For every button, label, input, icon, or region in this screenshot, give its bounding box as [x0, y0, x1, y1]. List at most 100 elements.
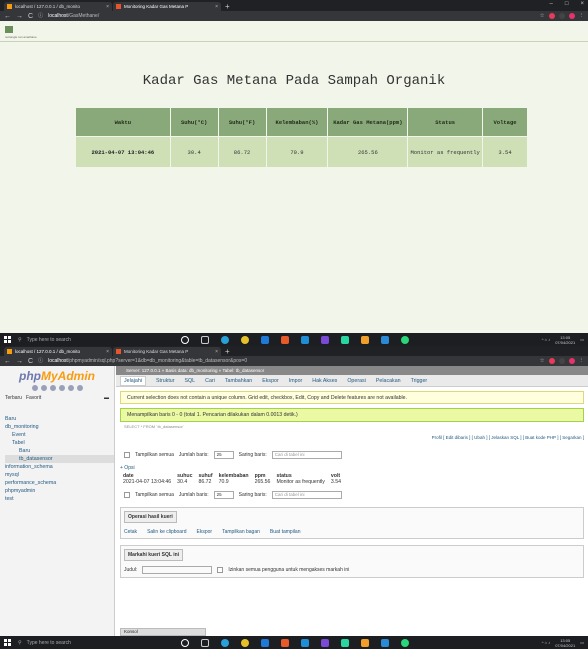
forward-arrow-icon[interactable]: →	[16, 13, 23, 20]
filter-input[interactable]: Cari di tabel ini	[271, 451, 342, 459]
extension-icon[interactable]	[558, 13, 565, 19]
share-bookmark-checkbox[interactable]	[217, 567, 224, 573]
windows-start-icon[interactable]	[4, 639, 11, 646]
row-count-select[interactable]: 25	[213, 491, 234, 499]
new-tab-button[interactable]: +	[225, 2, 230, 11]
tree-item-tb-datasensor[interactable]: tb_datasensor	[5, 455, 114, 463]
logout-icon[interactable]	[40, 385, 47, 391]
profile-avatar[interactable]	[568, 358, 575, 364]
app-icon[interactable]	[301, 638, 309, 647]
sublime-icon[interactable]	[361, 335, 369, 344]
tab-triggers[interactable]: Trigger	[411, 378, 428, 384]
new-tab-button[interactable]: +	[225, 347, 230, 356]
tab-insert[interactable]: Tambahkan	[225, 378, 252, 384]
url-field[interactable]: localhost/GasMethane/	[48, 13, 534, 19]
extension-icon[interactable]	[548, 358, 555, 364]
tab-monitoring[interactable]: Monitoring Kadar Gas Metana P ×	[113, 347, 221, 356]
vscode-icon[interactable]	[381, 638, 389, 647]
tree-item-test[interactable]: test	[5, 495, 114, 503]
app-menu-icon[interactable]	[5, 26, 13, 33]
home-icon[interactable]	[31, 385, 38, 391]
forward-arrow-icon[interactable]: →	[16, 358, 23, 365]
visual-studio-icon[interactable]	[321, 335, 329, 344]
tree-item-event[interactable]: Event	[5, 431, 114, 439]
tree-item-phpmyadmin[interactable]: phpmyadmin	[5, 487, 114, 495]
tab-close-icon[interactable]: ×	[106, 4, 109, 10]
minimize-button[interactable]: –	[550, 1, 553, 7]
tree-item-tables[interactable]: Tabel	[5, 439, 114, 447]
task-view-icon[interactable]	[201, 335, 209, 344]
reload-icon[interactable]: C	[28, 358, 33, 365]
tab-privileges[interactable]: Hak Akses	[312, 378, 337, 384]
tab-close-icon[interactable]: ×	[215, 349, 218, 355]
tree-item-mysql[interactable]: mysql	[5, 471, 114, 479]
tab-close-icon[interactable]: ×	[215, 4, 218, 10]
app-icon[interactable]	[401, 335, 409, 344]
tab-import[interactable]: Impor	[289, 378, 303, 384]
bookmark-star-icon[interactable]: ☆	[540, 358, 545, 364]
tab-close-icon[interactable]: ×	[106, 349, 109, 355]
phpmyadmin-logo[interactable]: phpMyAdmin	[0, 369, 114, 383]
tab-sql[interactable]: SQL	[185, 378, 196, 384]
sublime-icon[interactable]	[361, 638, 369, 647]
clock[interactable]: 13:05 07/04/2021	[555, 335, 575, 345]
tree-item-information-schema[interactable]: information_schema	[5, 463, 114, 471]
bookmark-star-icon[interactable]: ☆	[540, 13, 545, 19]
collapse-icon[interactable]: ▬	[104, 395, 109, 401]
console-toggle[interactable]: Konsol	[120, 628, 206, 636]
visual-studio-icon[interactable]	[321, 638, 329, 647]
display-chart-button[interactable]: Tampilkan bagan	[222, 529, 260, 535]
show-all-checkbox[interactable]	[124, 492, 130, 498]
tray-icons[interactable]: ^ ⌂ ♪	[542, 337, 551, 342]
edge-icon[interactable]	[221, 335, 229, 344]
mail-icon[interactable]	[261, 335, 269, 344]
close-window-button[interactable]: ×	[580, 1, 584, 7]
notification-icon[interactable]: ▭	[580, 640, 584, 645]
notification-icon[interactable]: ▭	[580, 337, 584, 342]
app-icon[interactable]	[341, 638, 349, 647]
options-link[interactable]: + Opsi	[120, 465, 584, 471]
tab-tracking[interactable]: Pelacakan	[376, 378, 401, 384]
taskbar-search[interactable]: ⚲ Type here to search	[18, 337, 163, 343]
tree-item-new[interactable]: Baru	[5, 415, 114, 423]
chrome-icon[interactable]	[241, 638, 249, 647]
extension-icon[interactable]	[548, 13, 555, 19]
settings-icon[interactable]	[67, 385, 74, 391]
back-arrow-icon[interactable]: ←	[4, 13, 11, 20]
profile-avatar[interactable]	[568, 13, 575, 19]
app-icon[interactable]	[341, 335, 349, 344]
tab-search[interactable]: Cari	[205, 378, 215, 384]
tab-export[interactable]: Ekspor	[262, 378, 279, 384]
tab-operations[interactable]: Operasi	[347, 378, 366, 384]
menu-kebab-icon[interactable]: ⋮	[579, 358, 585, 364]
tab-monitoring[interactable]: Monitoring Kadar Gas Metana P ×	[113, 2, 221, 11]
clock[interactable]: 13:05 07/04/2021	[555, 638, 575, 648]
print-button[interactable]: Cetak	[124, 529, 137, 535]
tab-browse[interactable]: Jelajahi	[120, 375, 146, 386]
taskbar-search[interactable]: ⚲ Type here to search	[18, 640, 163, 646]
tree-item-new-table[interactable]: Baru	[5, 447, 114, 455]
query-links[interactable]: Profil [ Edit dibaris ] [ Ubah ] [ Jelas…	[120, 435, 584, 445]
menu-kebab-icon[interactable]: ⋮	[579, 13, 585, 19]
filter-input[interactable]: Cari di tabel ini	[271, 491, 342, 499]
tree-item-performance-schema[interactable]: performance_schema	[5, 479, 114, 487]
tab-favorite[interactable]: Favorit	[26, 395, 41, 401]
tab-phpmyadmin[interactable]: localhost / 127.0.0.1 / db_monito ×	[4, 347, 112, 356]
chrome-icon[interactable]	[241, 335, 249, 344]
extension-icon[interactable]	[558, 358, 565, 364]
windows-start-icon[interactable]	[4, 336, 11, 343]
bookmark-title-input[interactable]	[142, 566, 213, 574]
tab-structure[interactable]: Struktur	[156, 378, 175, 384]
task-view-icon[interactable]	[201, 638, 209, 647]
tab-recent[interactable]: Terbaru	[5, 395, 22, 401]
vscode-icon[interactable]	[381, 335, 389, 344]
app-icon[interactable]	[301, 335, 309, 344]
edge-icon[interactable]	[221, 638, 229, 647]
docs-icon[interactable]	[49, 385, 56, 391]
mail-icon[interactable]	[261, 638, 269, 647]
tree-item-db-monitoring[interactable]: db_monitoring	[5, 423, 114, 431]
app-icon[interactable]	[281, 638, 289, 647]
url-field[interactable]: localhost/phpmyadmin/sql.php?server=1&db…	[48, 358, 534, 364]
docs-icon[interactable]	[58, 385, 65, 391]
cortana-icon[interactable]	[181, 638, 189, 647]
